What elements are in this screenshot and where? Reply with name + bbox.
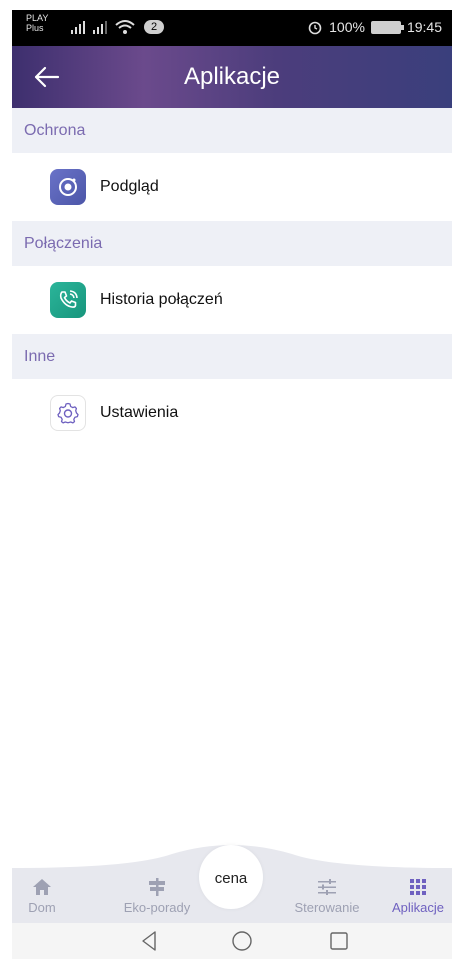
notification-badge: 2 bbox=[144, 20, 164, 34]
signpost-icon bbox=[149, 877, 165, 896]
carrier-line-1: PLAY bbox=[26, 13, 49, 23]
list-item-podglad[interactable]: Podgląd bbox=[12, 153, 452, 221]
system-back-icon[interactable] bbox=[137, 929, 161, 953]
system-navigation-bar bbox=[12, 923, 452, 959]
nav-item-eko-porady[interactable]: Eko-porady bbox=[112, 868, 202, 923]
phone-call-icon bbox=[50, 282, 86, 318]
center-fab-button[interactable]: cena bbox=[199, 845, 263, 909]
item-label: Historia połączeń bbox=[100, 291, 223, 308]
section-header-polaczenia: Połączenia bbox=[12, 221, 452, 266]
item-label: Ustawienia bbox=[100, 404, 179, 421]
status-bar: PLAY Plus 2 100% 19:45 bbox=[12, 10, 452, 46]
list-item-historia-polaczen[interactable]: Historia połączeń bbox=[12, 266, 452, 334]
section-header-ochrona: Ochrona bbox=[12, 108, 452, 153]
system-recents-icon[interactable] bbox=[327, 929, 351, 953]
camera-icon bbox=[50, 169, 86, 205]
page-title: Aplikacje bbox=[183, 63, 281, 90]
nav-item-dom[interactable]: Dom bbox=[17, 868, 67, 923]
nav-item-aplikacje[interactable]: Aplikacje bbox=[384, 868, 452, 923]
list-item-ustawienia[interactable]: Ustawienia bbox=[12, 379, 452, 447]
alarm-icon bbox=[308, 21, 322, 35]
battery-icon bbox=[370, 20, 404, 34]
home-icon bbox=[33, 878, 51, 895]
battery-percent: 100% bbox=[329, 19, 365, 35]
wifi-icon bbox=[115, 20, 135, 34]
nav-label: Eko-porady bbox=[123, 899, 191, 915]
system-home-icon[interactable] bbox=[230, 929, 254, 953]
center-fab-label: cena bbox=[214, 870, 248, 887]
apps-list: Ochrona Podgląd Połączenia Historia połą… bbox=[12, 108, 452, 447]
signal-icon bbox=[93, 21, 107, 34]
nav-item-sterowanie[interactable]: Sterowanie bbox=[282, 868, 372, 923]
gear-icon bbox=[50, 395, 86, 431]
grid-icon bbox=[410, 878, 426, 895]
item-label: Podgląd bbox=[100, 178, 159, 195]
carrier-line-2: Plus bbox=[26, 23, 44, 33]
signal-icon bbox=[71, 21, 85, 34]
app-bar: Aplikacje bbox=[12, 46, 452, 108]
clock: 19:45 bbox=[406, 19, 442, 35]
sliders-icon bbox=[318, 878, 336, 895]
nav-label: Dom bbox=[28, 899, 56, 915]
nav-label: Sterowanie bbox=[294, 899, 360, 915]
carrier-name: PLAY Plus bbox=[26, 13, 48, 33]
nav-label: Aplikacje bbox=[391, 899, 445, 915]
section-header-inne: Inne bbox=[12, 334, 452, 379]
right-status: 100% 19:45 bbox=[307, 19, 442, 35]
